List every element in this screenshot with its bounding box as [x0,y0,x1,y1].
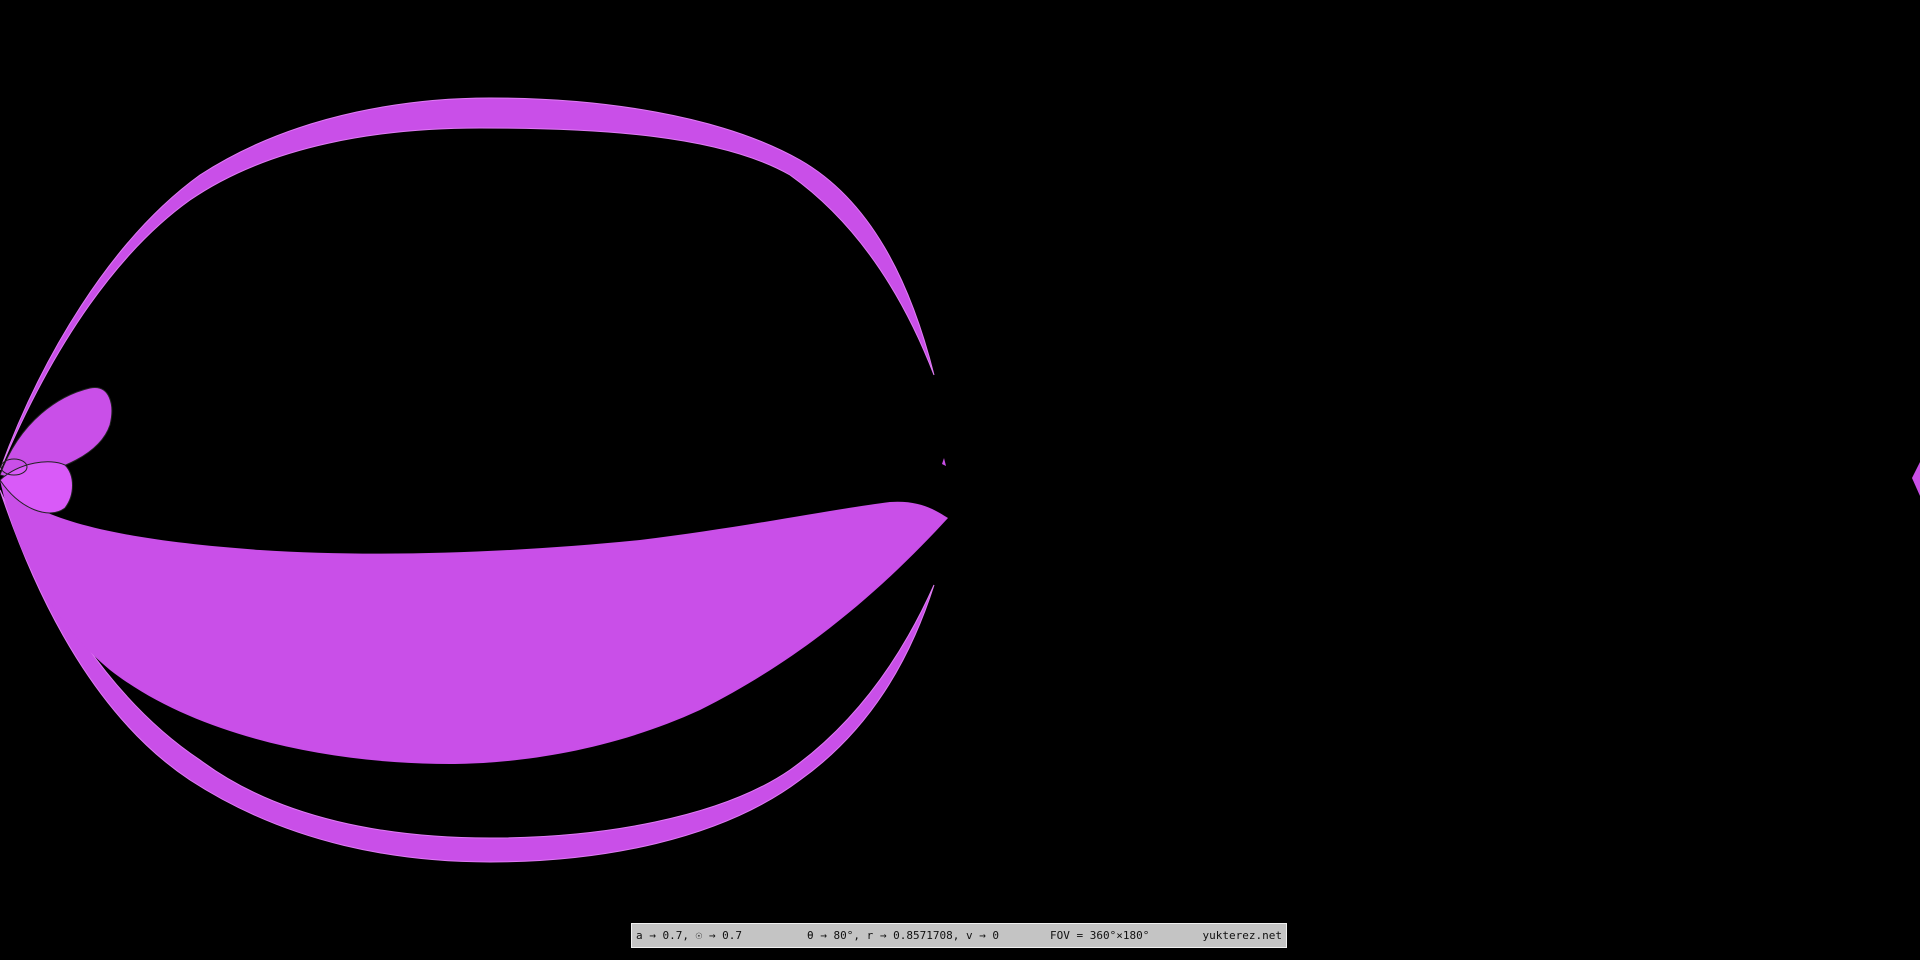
center-artifact [942,458,946,466]
fov-readout: FOV = 360°×180° [1050,929,1150,942]
orbit-readout: θ → 80°, r → 0.8571708, v → 0 [807,929,1000,942]
status-bar: a → 0.7, ☉ → 0.7 θ → 80°, r → 0.8571708,… [631,923,1287,948]
black-hole-render [0,97,1920,863]
right-edge-artifact [1912,462,1920,496]
credit-text: yukterez.net [1202,929,1282,942]
outer-upper-band [0,97,935,471]
render-viewport[interactable] [0,0,1920,960]
spin-readout: a → 0.7, ☉ → 0.7 [636,929,742,942]
